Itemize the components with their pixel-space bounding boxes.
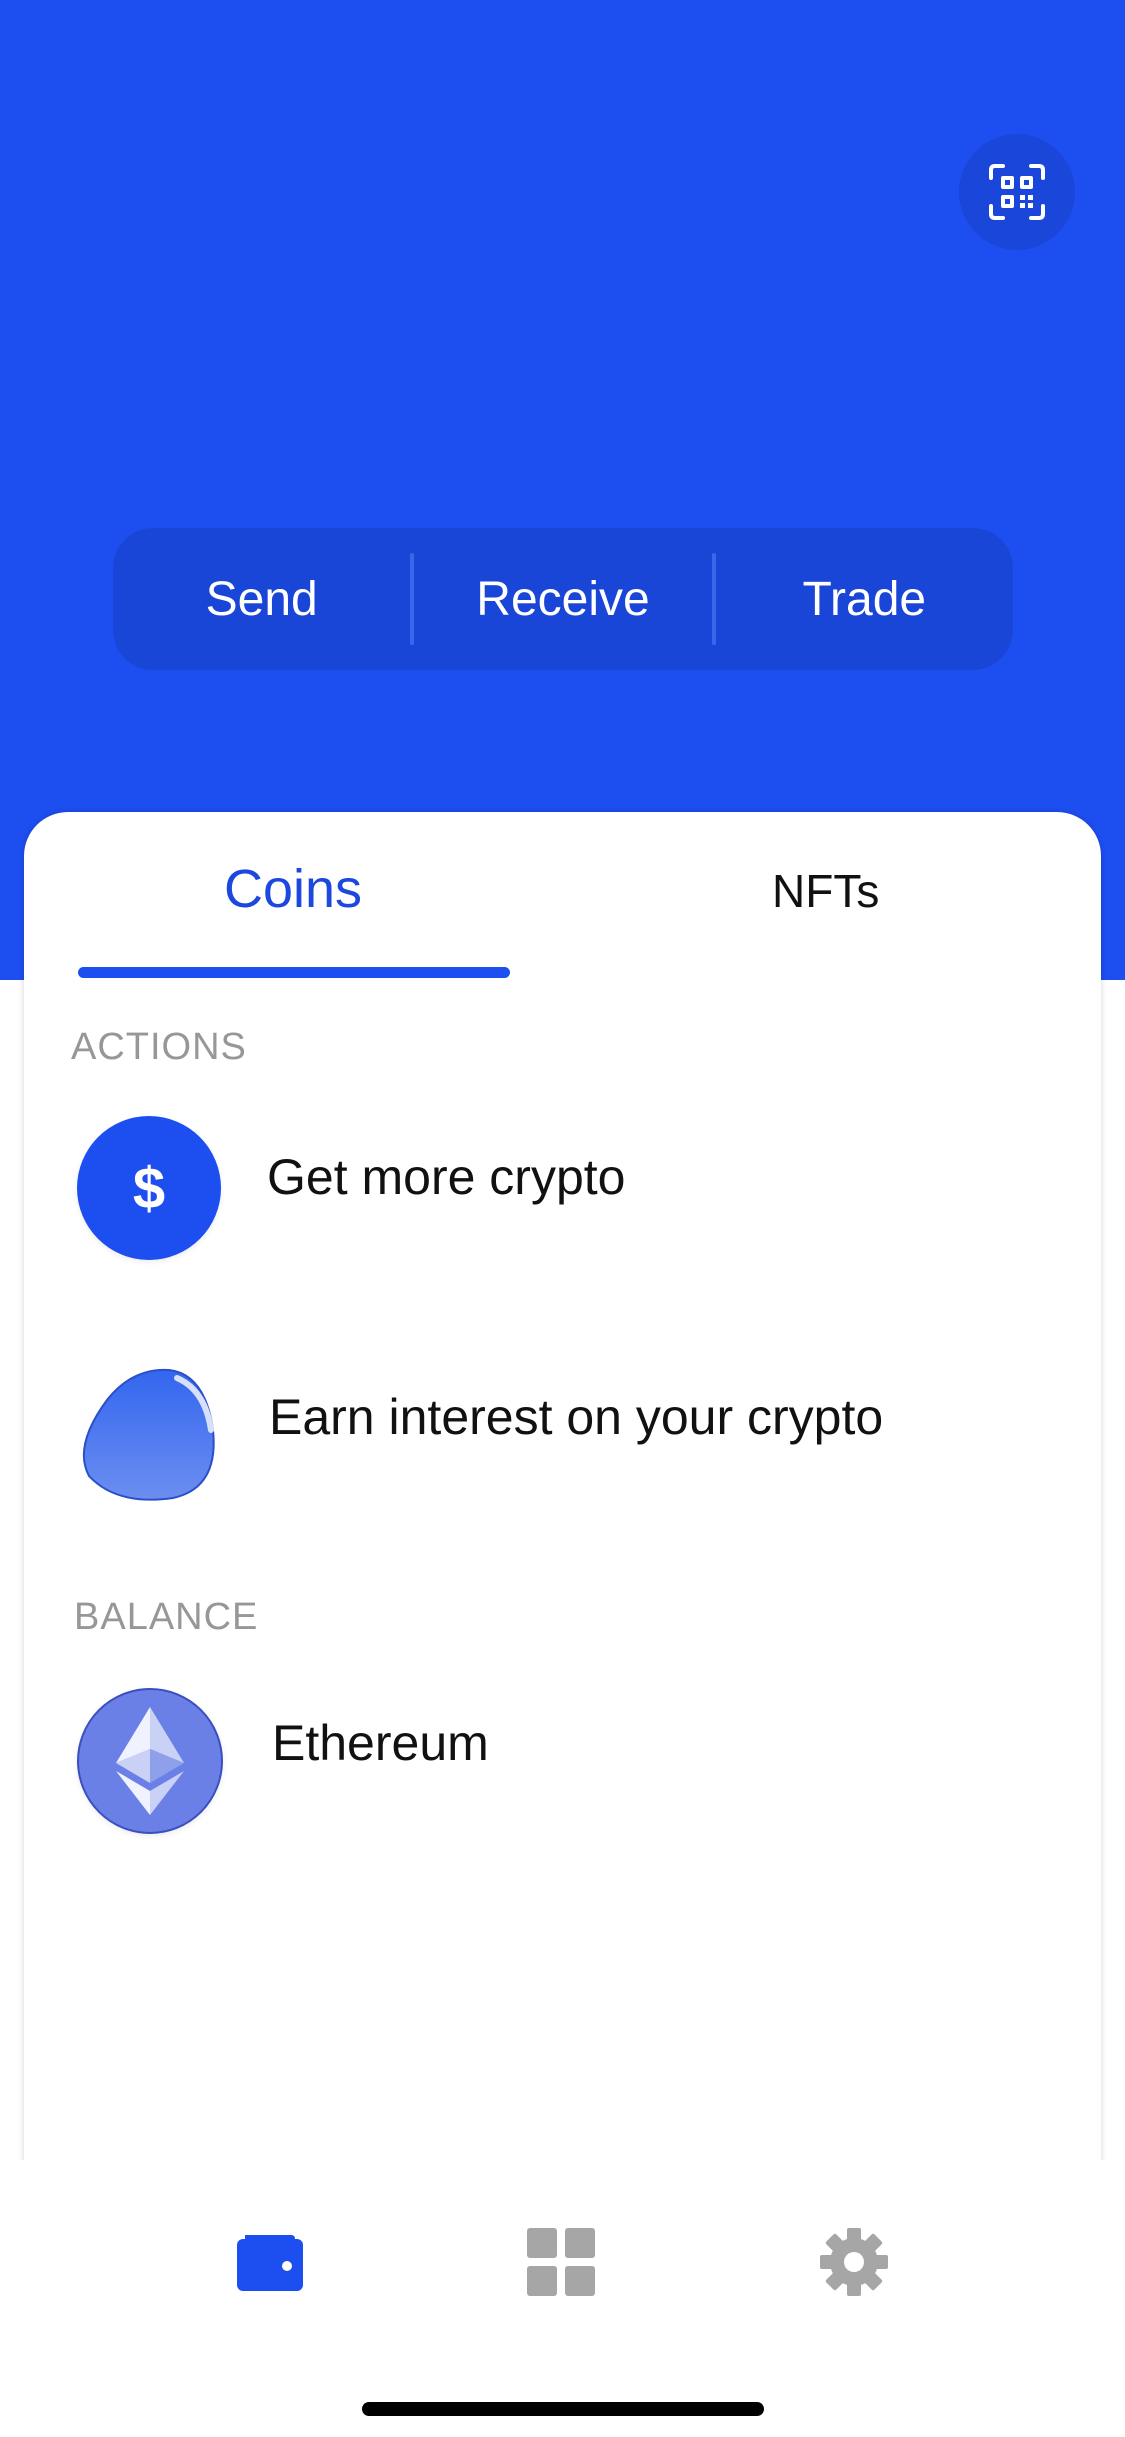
- gear-icon: [820, 2228, 888, 2296]
- nav-apps[interactable]: [511, 2212, 611, 2312]
- wallet-screen: Send Receive Trade Coins NFTs ACTIONS $ …: [0, 0, 1125, 2437]
- list-item-ethereum[interactable]: Ethereum: [24, 1678, 1101, 1838]
- trade-button[interactable]: Trade: [716, 528, 1013, 670]
- nav-settings[interactable]: [804, 2212, 904, 2312]
- tab-coins[interactable]: Coins: [224, 858, 362, 920]
- blob-icon: [77, 1360, 221, 1504]
- nav-wallet[interactable]: [220, 2212, 320, 2312]
- active-tab-indicator: [78, 967, 510, 978]
- grid-icon: [527, 2228, 595, 2296]
- dollar-icon: $: [77, 1116, 221, 1260]
- qr-scan-button[interactable]: [959, 134, 1075, 250]
- list-item-label: Earn interest on your crypto: [269, 1389, 884, 1445]
- list-item-label: Get more crypto: [267, 1149, 626, 1205]
- section-label-actions: ACTIONS: [71, 1026, 247, 1068]
- home-indicator: [362, 2402, 764, 2416]
- list-item-get-more-crypto[interactable]: $ Get more crypto: [24, 1108, 1101, 1268]
- quick-actions-bar: Send Receive Trade: [113, 528, 1013, 670]
- bottom-nav: [0, 2160, 1125, 2437]
- wallet-icon: [237, 2235, 303, 2291]
- send-button[interactable]: Send: [113, 528, 410, 670]
- list-item-earn-interest[interactable]: Earn interest on your crypto: [24, 1350, 1101, 1510]
- qr-scan-icon: [989, 164, 1045, 220]
- ethereum-icon: [77, 1688, 223, 1834]
- list-item-label: Ethereum: [272, 1715, 489, 1771]
- receive-button[interactable]: Receive: [414, 528, 711, 670]
- tab-nfts[interactable]: NFTs: [772, 864, 879, 918]
- section-label-balance: BALANCE: [74, 1596, 259, 1638]
